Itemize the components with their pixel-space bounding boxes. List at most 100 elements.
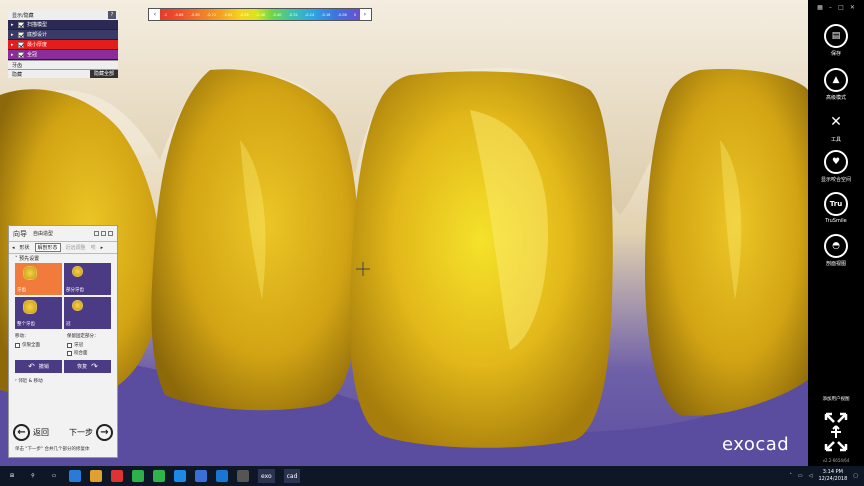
scale-tick: -0.24 <box>305 12 315 17</box>
checkbox[interactable] <box>18 31 24 38</box>
task-view-icon[interactable]: ▭ <box>48 470 60 482</box>
preset-label: 整个牙齿 <box>17 322 35 327</box>
cross-section-button[interactable]: ◓ 剖面视图 <box>808 234 864 267</box>
redo-icon: ↷ <box>91 362 98 371</box>
checkbox[interactable] <box>15 342 20 348</box>
expand-arrow-icon[interactable]: ▸ <box>11 22 18 28</box>
pin-icon[interactable] <box>108 231 113 236</box>
toolbar-label: 工具 <box>830 137 841 143</box>
tab-shape[interactable]: 形状 <box>20 244 30 251</box>
trusmile-button[interactable]: Tru TruSmile <box>808 192 864 224</box>
hide-all-button[interactable]: 隐藏全部 <box>89 70 118 78</box>
tab-bite[interactable]: 咬 <box>91 244 96 251</box>
app2-icon[interactable] <box>195 470 207 482</box>
preset-whole-tooth[interactable]: 整个牙齿 <box>15 297 62 329</box>
store-icon[interactable] <box>69 470 81 482</box>
add-user-view-button[interactable]: 添加用户视图 <box>808 396 864 402</box>
tab-next-arrow-icon[interactable]: ▸ <box>101 245 104 251</box>
visibility-item-min-thickness[interactable]: ▸ 最小厚度 <box>8 40 118 50</box>
windows-start-icon[interactable]: ⊞ <box>6 470 18 482</box>
save-button[interactable]: ▤ 保存 <box>808 24 864 57</box>
explorer-icon[interactable] <box>90 470 102 482</box>
view-arrows-icon[interactable] <box>822 412 850 452</box>
app4-icon[interactable] <box>237 470 249 482</box>
toolbar-label: 剖面视图 <box>825 261 846 267</box>
expand-arrow-icon[interactable]: ▸ <box>11 32 18 38</box>
tools-button[interactable]: ✕ 工具 <box>808 110 864 143</box>
notification-icon[interactable]: ▢ <box>853 473 858 479</box>
tooth-icon <box>72 300 83 311</box>
chat-icon[interactable] <box>153 470 165 482</box>
checkbox[interactable] <box>67 342 72 348</box>
fold-section-header[interactable]: › 邻近 & 移动 <box>9 376 117 385</box>
dock-icon[interactable] <box>94 231 99 236</box>
taskbar-app-exo[interactable]: exo <box>258 469 275 483</box>
minimize-icon[interactable]: – <box>829 4 832 11</box>
checkbox[interactable] <box>67 350 72 356</box>
wizard-subtitle: 自由造型 <box>33 231 54 237</box>
preset-crown[interactable]: 冠 <box>64 297 111 329</box>
volume-icon[interactable]: ◁ <box>809 473 813 479</box>
tab-mesiodistal[interactable]: 近远调整 <box>66 244 86 251</box>
visibility-panel: 显示/隐藏 ? ▸ 扫描模型 ▸ 底部设计 ▸ 最小厚度 ▸ 全冠 牙齿 隐藏 <box>8 10 118 78</box>
clock-date: 12/24/2018 <box>818 476 848 482</box>
wizard-header: 向导 自由造型 <box>9 226 117 242</box>
scale-tick: -0.16 <box>321 12 331 17</box>
wizard-tabs: ◂ 形状 解剖形态 近远调整 咬 ▸ <box>9 242 117 254</box>
next-button[interactable]: 下一步 → <box>69 423 113 441</box>
network-icon[interactable]: ▭ <box>798 473 803 479</box>
keep-option-occlusal[interactable]: 咬合面 <box>67 350 111 356</box>
expand-arrow-icon[interactable]: ▸ <box>11 52 18 58</box>
scale-left-button[interactable]: ‹ <box>150 9 160 20</box>
tab-anatomy[interactable]: 解剖形态 <box>34 243 61 252</box>
keep-option-crown[interactable]: 牙冠 <box>67 342 111 348</box>
visibility-item-label: 全冠 <box>27 52 38 58</box>
scale-tick: -0.40 <box>272 12 282 17</box>
tab-prev-arrow-icon[interactable]: ◂ <box>12 245 15 251</box>
3d-viewport[interactable] <box>0 0 808 466</box>
option-label: 咬合面 <box>74 351 88 356</box>
checkbox[interactable] <box>18 21 24 28</box>
preset-section-header[interactable]: ˅ 预先设置 <box>9 254 117 263</box>
maximize-icon[interactable]: □ <box>838 4 844 11</box>
checkbox[interactable] <box>18 41 24 48</box>
wizard-hint: 单击 "下一步" 合并几个部分的修复体 <box>15 447 90 452</box>
tray-up-arrow-icon[interactable]: ˄ <box>789 473 792 479</box>
browser-icon[interactable] <box>174 470 186 482</box>
app-icon[interactable] <box>111 470 123 482</box>
grid-icon[interactable]: ▦ <box>817 4 823 11</box>
options-area: 移动： 仅限全面 保留固定部分： 牙冠 咬合面 <box>9 329 117 356</box>
app3-icon[interactable] <box>216 470 228 482</box>
redo-button[interactable]: 恢复 ↷ <box>64 360 111 373</box>
taskbar-app-cad[interactable]: cad <box>283 469 301 483</box>
checkbox[interactable] <box>18 51 24 58</box>
move-option[interactable]: 仅限全面 <box>15 342 59 348</box>
visibility-title: 显示/隐藏 <box>12 12 34 19</box>
help-button[interactable]: ? <box>108 11 116 19</box>
visibility-group-teeth[interactable]: 牙齿 <box>8 60 118 69</box>
scale-tick: -0.88 <box>174 12 184 17</box>
clock[interactable]: 3:14 PM 12/24/2018 <box>818 469 847 483</box>
visibility-item-scan[interactable]: ▸ 扫描模型 <box>8 20 118 30</box>
visibility-header[interactable]: 显示/隐藏 ? <box>8 10 118 20</box>
visibility-item-crown[interactable]: ▸ 全冠 <box>8 50 118 60</box>
expert-mode-button[interactable]: ▲ 高级模式 <box>808 68 864 101</box>
keep-label: 保留固定部分： <box>67 334 99 339</box>
back-button[interactable]: ← 返回 <box>13 423 49 441</box>
visibility-item-base[interactable]: ▸ 底部设计 <box>8 30 118 40</box>
close-icon[interactable]: ✕ <box>850 4 855 11</box>
visibility-group-hidden[interactable]: 隐藏 隐藏全部 <box>8 69 118 78</box>
scale-right-button[interactable]: › <box>360 9 370 20</box>
preset-partial-tooth[interactable]: 部分牙齿 <box>64 263 111 295</box>
expand-arrow-icon[interactable]: ▸ <box>11 42 18 48</box>
window-controls: ▦ – □ ✕ <box>808 0 864 14</box>
wechat-icon[interactable] <box>132 470 144 482</box>
preset-tooth[interactable]: 牙齿 <box>15 263 62 295</box>
scale-tick: -0.80 <box>190 12 200 17</box>
undo-button[interactable]: ↶ 撤销 <box>15 360 62 373</box>
search-icon[interactable]: ⚲ <box>27 470 39 482</box>
preset-label: 部分牙齿 <box>66 288 84 293</box>
keep-options: 保留固定部分： 牙冠 咬合面 <box>67 333 111 356</box>
occlusal-space-button[interactable]: ♥ 显示咬合空间 <box>808 150 864 183</box>
maximize-icon[interactable] <box>101 231 106 236</box>
